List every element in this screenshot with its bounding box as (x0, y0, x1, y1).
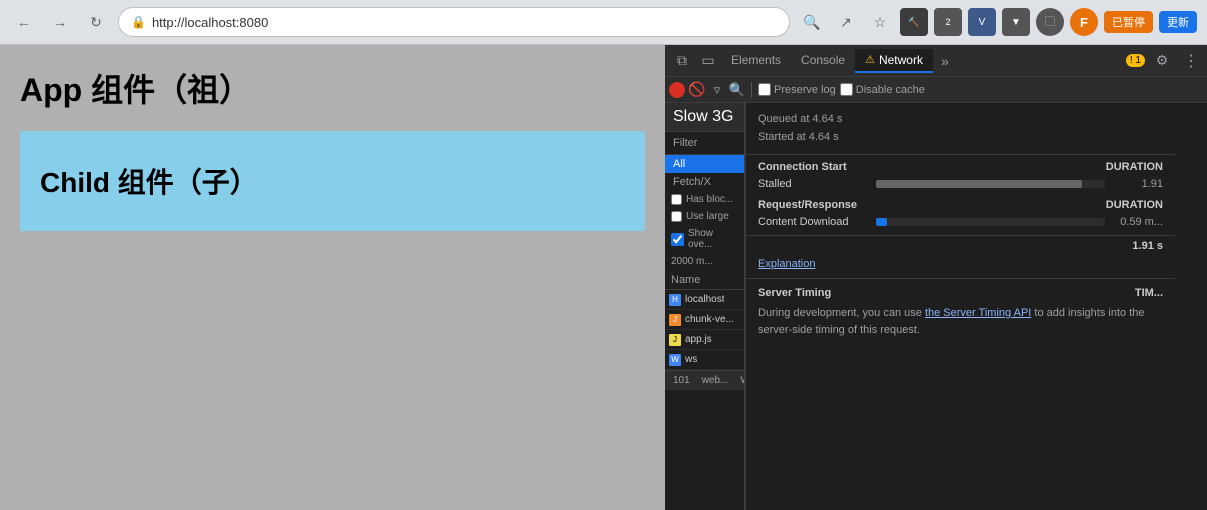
request-response-title: Request/Response (758, 199, 857, 211)
duration-label-1: DURATION (1106, 161, 1163, 173)
file-name-ws: ws (685, 354, 697, 365)
address-bar[interactable]: 🔒 http://localhost:8080 (118, 7, 790, 37)
warning-icon: ⚠ (865, 53, 875, 66)
tab-network[interactable]: ⚠ Network (855, 49, 933, 73)
disable-cache-checkbox[interactable]: Disable cache (840, 83, 925, 96)
request-response-header: Request/Response DURATION (746, 193, 1175, 213)
file-icon-chunk: J (669, 314, 681, 326)
list-item[interactable]: H localhost (665, 290, 744, 310)
content-download-row: Content Download 0.59 m... (746, 213, 1175, 231)
stalled-bar (876, 180, 1105, 188)
started-at-text: Started at 4.64 s (758, 129, 1163, 147)
file-icon-html: H (669, 294, 681, 306)
timing-queued-info: Queued at 4.64 s Started at 4.64 s (746, 103, 1175, 155)
time-label: TIM... (1135, 287, 1163, 299)
tab-elements[interactable]: Elements (721, 49, 791, 73)
devtools-cursor-icon[interactable]: ⧉ (669, 48, 695, 74)
devtools-panel: ⧉ ▭ Elements Console ⚠ Network » ! 1 ⚙ ⋮… (665, 45, 1207, 510)
content-download-bar-fill (876, 218, 887, 226)
network-toolbar: 🚫 ▿ 🔍 Preserve log Disable cache (665, 77, 1207, 103)
clear-button[interactable]: 🚫 (689, 82, 705, 98)
reload-button[interactable]: ↻ (82, 8, 110, 36)
user-avatar[interactable]: F (1070, 8, 1098, 36)
app-title: App 组件（祖） (20, 65, 645, 111)
file-name-chunk: chunk-ve... (685, 314, 734, 325)
explanation-link[interactable]: Explanation (746, 256, 1175, 278)
devtools-topbar: ⧉ ▭ Elements Console ⚠ Network » ! 1 ⚙ ⋮ (665, 45, 1207, 77)
timing-panel: Queued at 4.64 s Started at 4.64 s Conne… (745, 103, 1175, 510)
extension-btn-3[interactable]: V (968, 8, 996, 36)
main-layout: App 组件（祖） Child 组件（子） ⧉ ▭ Elements Conso… (0, 45, 1207, 510)
show-overview-row[interactable]: Show ove... (665, 225, 744, 253)
update-button[interactable]: 更新 (1159, 11, 1197, 33)
has-blocked-row[interactable]: Has bloc... (665, 191, 744, 208)
separator (751, 82, 752, 98)
queued-at-text: Queued at 4.64 s (758, 111, 1163, 129)
server-timing-title: Server Timing (758, 287, 831, 299)
lock-icon: 🔒 (131, 15, 146, 29)
file-name-appjs: app.js (685, 334, 712, 345)
bookmark-button[interactable]: ☆ (866, 8, 894, 36)
connection-start-title: Connection Start (758, 161, 847, 173)
list-item[interactable]: W ws (665, 350, 744, 370)
file-name-localhost: localhost (685, 294, 724, 305)
network-preset-slow3g[interactable]: Slow 3G (665, 103, 744, 132)
extension-btn-1[interactable]: 🔨 (900, 8, 928, 36)
network-main-content: Slow 3G Filter All Fetch/X Has bloc... U… (665, 103, 1207, 510)
server-timing-section: Server Timing TIM... During development,… (746, 278, 1175, 346)
duration-label-2: DURATION (1106, 199, 1163, 211)
connection-start-header: Connection Start DURATION (746, 155, 1175, 175)
url-text: http://localhost:8080 (152, 15, 268, 30)
devtools-more-button[interactable]: » (933, 53, 957, 69)
network-left-panel: Slow 3G Filter All Fetch/X Has bloc... U… (665, 103, 745, 510)
content-download-value: 0.59 m... (1113, 216, 1163, 228)
child-box: Child 组件（子） (20, 131, 645, 231)
child-title: Child 组件（子） (40, 161, 625, 201)
content-download-bar (876, 218, 1105, 226)
stalled-row: Stalled 1.91 (746, 175, 1175, 193)
stalled-value: 1.91 (1113, 178, 1163, 190)
file-icon-appjs: J (669, 334, 681, 346)
server-timing-description: During development, you can use the Serv… (758, 305, 1163, 338)
extension-btn-2[interactable]: 2 (934, 8, 962, 36)
content-download-label: Content Download (758, 216, 868, 228)
use-large-row[interactable]: Use large (665, 208, 744, 225)
list-item[interactable]: J app.js (665, 330, 744, 350)
file-icon-ws: W (669, 354, 681, 366)
filter-fetch-button[interactable]: Fetch/X (665, 173, 744, 191)
devtools-menu-button[interactable]: ⋮ (1179, 51, 1203, 71)
web-content: App 组件（祖） Child 组件（子） (0, 45, 665, 510)
zoom-button[interactable]: 🔍 (798, 8, 826, 36)
name-list-header: Name (665, 270, 744, 290)
record-button[interactable] (669, 82, 685, 98)
list-item[interactable]: J chunk-ve... (665, 310, 744, 330)
timing-total-row: 1.91 s (746, 235, 1175, 256)
devtools-settings-button[interactable]: ⚙ (1149, 48, 1175, 74)
browser-chrome: ← → ↻ 🔒 http://localhost:8080 🔍 ↗ ☆ 🔨 2 … (0, 0, 1207, 45)
filter-icon-button[interactable]: ▿ (709, 82, 725, 98)
timing-total-value: 1.91 s (1132, 240, 1163, 252)
share-button[interactable]: ↗ (832, 8, 860, 36)
network-bottom-status: 101 web... WebSo... 0 B 1... (665, 370, 744, 390)
devtools-inspect-icon[interactable]: ▭ (695, 48, 721, 74)
paused-button[interactable]: 已暂停 (1104, 11, 1153, 33)
devtools-badge: ! 1 (1126, 54, 1145, 67)
forward-button[interactable]: → (46, 8, 74, 36)
server-timing-api-link[interactable]: the Server Timing API (925, 307, 1031, 319)
browser-actions: 🔍 ↗ ☆ 🔨 2 V ▼ □ F 已暂停 更新 (798, 8, 1197, 36)
extension-btn-5[interactable]: □ (1036, 8, 1064, 36)
stalled-label: Stalled (758, 178, 868, 190)
extension-btn-4[interactable]: ▼ (1002, 8, 1030, 36)
filter-label: Filter (665, 132, 744, 155)
server-timing-header: Server Timing TIM... (758, 287, 1163, 299)
filter-all-button[interactable]: All (665, 155, 744, 173)
tab-console[interactable]: Console (791, 49, 855, 73)
search-icon-button[interactable]: 🔍 (729, 82, 745, 98)
back-button[interactable]: ← (10, 8, 38, 36)
preserve-log-checkbox[interactable]: Preserve log (758, 83, 836, 96)
stalled-bar-fill (876, 180, 1082, 188)
waterfall-ms-label: 2000 m... (665, 253, 744, 270)
